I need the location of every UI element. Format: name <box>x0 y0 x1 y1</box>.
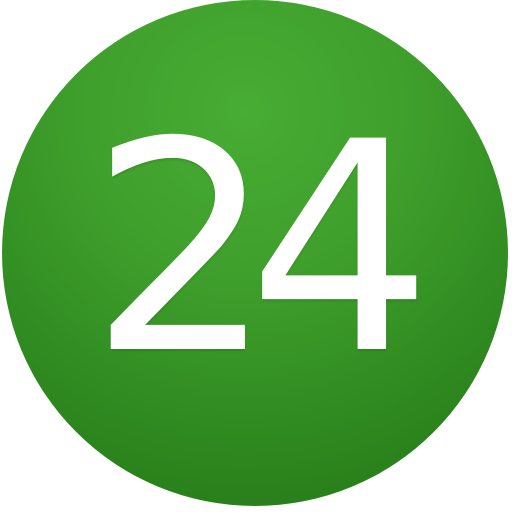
badge-number: 24 <box>89 81 432 418</box>
number-badge: 24 <box>2 0 508 506</box>
badge-canvas: 24 <box>0 0 512 512</box>
